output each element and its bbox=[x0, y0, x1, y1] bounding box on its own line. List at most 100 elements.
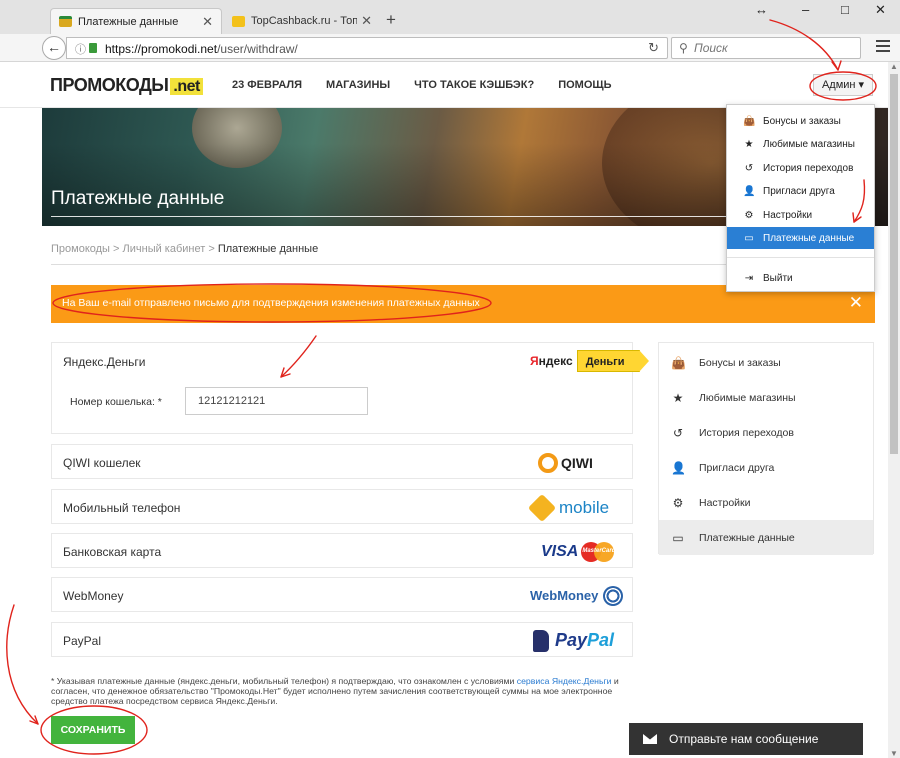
history-icon: ↺ bbox=[672, 425, 684, 440]
payment-qiwi[interactable]: QIWI кошелек QIWI bbox=[51, 444, 633, 479]
wallet-number-label: Номер кошелька: * bbox=[70, 396, 162, 408]
payment-label: PayPal bbox=[63, 634, 102, 648]
gear-icon: ⚙ bbox=[744, 209, 754, 221]
sidebar-item-bonuses[interactable]: 👜 Бонусы и заказы bbox=[659, 345, 873, 380]
nav-item-stores[interactable]: МАГАЗИНЫ bbox=[326, 79, 390, 91]
annotation-arrow bbox=[6, 604, 39, 725]
sidebar-item-settings[interactable]: ⚙ Настройки bbox=[659, 485, 873, 520]
admin-dropdown-menu: 👜 Бонусы и заказы ★ Любимые магазины ↺ Исто… bbox=[726, 104, 875, 292]
breadcrumb-promocodes[interactable]: Промокоды bbox=[51, 243, 110, 255]
gear-icon: ⚙ bbox=[672, 495, 684, 510]
info-icon[interactable]: ⓘ bbox=[75, 41, 86, 57]
browser-navigation-bar: ← ⓘ https://promokodi.net/user/withdraw/… bbox=[0, 34, 900, 62]
bag-icon: 👜 bbox=[671, 355, 686, 370]
reload-icon[interactable]: ↻ bbox=[648, 40, 659, 56]
alert-message: На Ваш e-mail отправлено письмо для подт… bbox=[62, 297, 480, 309]
paypal-icon bbox=[533, 629, 549, 652]
close-window-button[interactable]: ✕ bbox=[875, 2, 886, 18]
webmoney-logo: WebMoney bbox=[530, 582, 624, 609]
browser-tab-bar: Платежные данные ✕ TopCashback.ru - Топ … bbox=[0, 0, 900, 34]
menu-item-history[interactable]: ↺ История переходов bbox=[727, 157, 874, 179]
menu-item-favorites[interactable]: ★ Любимые магазины bbox=[727, 133, 874, 155]
sidebar-item-favorites[interactable]: ★ Любимые магазины bbox=[659, 380, 873, 415]
new-tab-button[interactable]: + bbox=[386, 10, 396, 30]
tab-title: TopCashback.ru - Топ лу... bbox=[251, 15, 358, 27]
tab-close-icon[interactable]: ✕ bbox=[202, 14, 213, 30]
page-scrollbar[interactable]: ▲ ▼ bbox=[888, 62, 900, 758]
payment-label: Банковская карта bbox=[63, 545, 162, 559]
tab-title: Платежные данные bbox=[78, 15, 179, 28]
menu-item-invite[interactable]: 👤 Пригласи друга bbox=[727, 180, 874, 202]
url-text: https://promokodi.net/user/withdraw/ bbox=[105, 42, 298, 56]
payment-label: QIWI кошелек bbox=[63, 456, 141, 470]
breadcrumb-current: Платежные данные bbox=[217, 243, 319, 255]
menu-icon[interactable] bbox=[876, 40, 890, 55]
search-icon: ⚲ bbox=[679, 41, 688, 55]
site-logo[interactable]: ПРОМОКОДЫ .net bbox=[50, 75, 203, 96]
store-favicon-icon bbox=[59, 16, 72, 27]
mobile-icon bbox=[527, 493, 557, 522]
payment-label: WebMoney bbox=[63, 589, 124, 603]
breadcrumb-account[interactable]: Личный кабинет bbox=[123, 243, 206, 255]
add-user-icon: 👤 bbox=[743, 185, 756, 197]
address-bar[interactable]: ⓘ https://promokodi.net/user/withdraw/ ↻ bbox=[66, 37, 668, 59]
mastercard-icon: MasterCard bbox=[581, 541, 615, 562]
visa-mastercard-logo: VISA MasterCard bbox=[541, 541, 616, 562]
bag-icon: 👜 bbox=[743, 115, 756, 127]
lock-icon bbox=[89, 43, 97, 53]
envelope-icon bbox=[643, 734, 657, 744]
nav-item-what-is-cashback[interactable]: ЧТО ТАКОЕ КЭШБЭК? bbox=[414, 79, 534, 91]
search-input[interactable] bbox=[694, 40, 854, 56]
nav-item-help[interactable]: ПОМОЩЬ bbox=[558, 79, 611, 91]
scroll-up-icon[interactable]: ▲ bbox=[890, 62, 898, 71]
yandex-money-terms-link[interactable]: сервиса Яндекс.Деньги bbox=[517, 676, 612, 686]
qiwi-logo: QIWI bbox=[538, 449, 593, 476]
payment-paypal[interactable]: PayPal Pay Pal bbox=[51, 622, 633, 657]
menu-item-payment-data[interactable]: ▭ Платежные данные bbox=[727, 227, 874, 249]
save-button[interactable]: СОХРАНИТЬ bbox=[51, 716, 135, 744]
webmoney-globe-icon bbox=[603, 585, 624, 606]
menu-item-settings[interactable]: ⚙ Настройки bbox=[727, 204, 874, 226]
browser-tab-active[interactable]: Платежные данные ✕ bbox=[50, 8, 222, 34]
payment-mobile[interactable]: Мобильный телефон mobile bbox=[51, 489, 633, 524]
menu-divider bbox=[727, 257, 874, 258]
page-title: Платежные данные bbox=[51, 188, 225, 209]
lock-favicon-icon bbox=[232, 15, 245, 27]
annotation-arrow bbox=[29, 715, 39, 725]
scrollbar-thumb[interactable] bbox=[890, 74, 898, 454]
sidebar-item-invite[interactable]: 👤 Пригласи друга bbox=[659, 450, 873, 485]
payment-label: Яндекс.Деньги bbox=[63, 355, 146, 369]
card-icon: ▭ bbox=[672, 530, 684, 545]
card-icon: ▭ bbox=[744, 232, 754, 244]
sidebar-item-payment-data[interactable]: ▭ Платежные данные bbox=[659, 520, 873, 555]
payment-yandex-money[interactable]: Яндекс.Деньги Яндекс Деньги Номер кошель… bbox=[51, 342, 649, 434]
qiwi-icon bbox=[538, 452, 558, 473]
chat-widget-button[interactable]: Отправьте нам сообщение bbox=[629, 723, 863, 755]
history-icon: ↺ bbox=[744, 162, 754, 174]
scroll-down-icon[interactable]: ▼ bbox=[890, 749, 898, 758]
back-button[interactable]: ← bbox=[42, 36, 66, 60]
browser-search-box[interactable]: ⚲ bbox=[671, 37, 861, 59]
sidebar-item-history[interactable]: ↺ История переходов bbox=[659, 415, 873, 450]
wallet-number-input[interactable] bbox=[185, 387, 368, 415]
alert-close-icon[interactable]: ✕ bbox=[849, 293, 863, 313]
tab-close-icon[interactable]: ✕ bbox=[361, 13, 372, 29]
star-icon: ★ bbox=[744, 138, 754, 150]
paypal-logo: Pay Pal bbox=[533, 627, 614, 654]
maximize-button[interactable]: □ bbox=[841, 2, 849, 17]
payment-label: Мобильный телефон bbox=[63, 501, 181, 515]
account-sidebar: 👜 Бонусы и заказы ★ Любимые магазины ↺ Исто… bbox=[658, 342, 874, 555]
admin-menu-button[interactable]: Админ ▾ bbox=[813, 74, 873, 96]
payment-webmoney[interactable]: WebMoney WebMoney bbox=[51, 577, 633, 612]
mobile-logo: mobile bbox=[527, 493, 609, 522]
payment-bank-card[interactable]: Банковская карта VISA MasterCard bbox=[51, 533, 633, 568]
main-nav: 23 ФЕВРАЛЯ МАГАЗИНЫ ЧТО ТАКОЕ КЭШБЭК? ПО… bbox=[232, 79, 612, 91]
resize-icon: ↔ bbox=[755, 2, 768, 17]
title-underline bbox=[51, 216, 827, 217]
minimize-button[interactable]: – bbox=[802, 2, 809, 17]
site-header: ПРОМОКОДЫ .net 23 ФЕВРАЛЯ МАГАЗИНЫ ЧТО ТА… bbox=[0, 62, 900, 108]
menu-item-bonuses[interactable]: 👜 Бонусы и заказы bbox=[727, 110, 874, 132]
nav-item-23-february[interactable]: 23 ФЕВРАЛЯ bbox=[232, 79, 302, 91]
browser-tab-inactive[interactable]: TopCashback.ru - Топ лу... ✕ bbox=[224, 8, 380, 34]
menu-item-logout[interactable]: ⇥ Выйти bbox=[727, 267, 874, 289]
